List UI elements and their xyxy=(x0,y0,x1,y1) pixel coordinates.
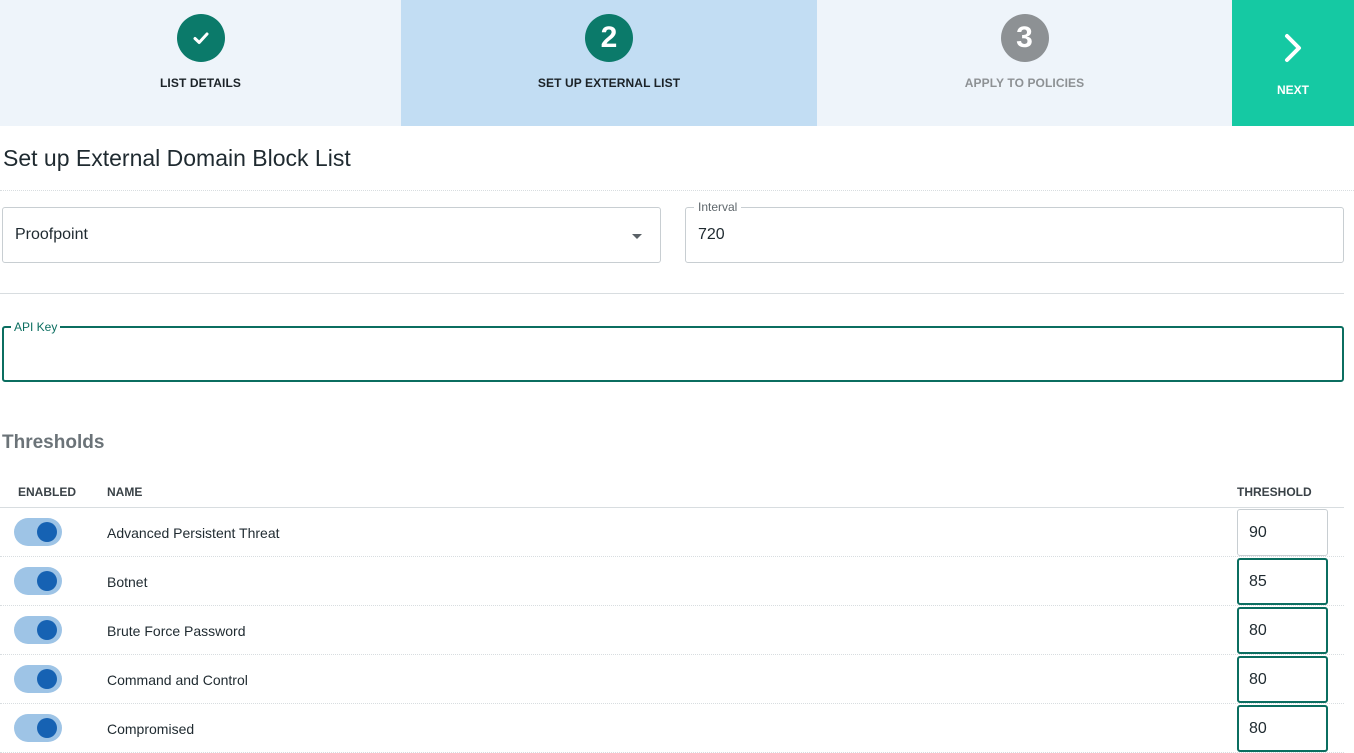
interval-field[interactable]: Interval 720 xyxy=(685,200,1344,263)
provider-select[interactable]: Proofpoint xyxy=(2,207,661,263)
thresholds-table: ENABLED NAME THRESHOLD Advanced Persiste… xyxy=(0,476,1344,753)
threshold-input[interactable]: 80 xyxy=(1237,656,1328,703)
divider xyxy=(0,293,1344,294)
divider xyxy=(0,190,1354,191)
enabled-toggle[interactable] xyxy=(14,665,62,693)
step-1-check-icon xyxy=(176,14,225,62)
api-key-input[interactable] xyxy=(14,342,1314,368)
enabled-toggle[interactable] xyxy=(14,567,62,595)
thresholds-title: Thresholds xyxy=(2,432,105,453)
step-2-label: SET UP EXTERNAL LIST xyxy=(537,76,681,90)
threat-name: Advanced Persistent Threat xyxy=(107,525,280,541)
interval-value: 720 xyxy=(698,226,725,243)
next-button[interactable]: NEXT xyxy=(1232,0,1354,126)
toggle-knob xyxy=(37,571,57,591)
provider-select-value: Proofpoint xyxy=(15,226,88,243)
table-row: Compromised 80 xyxy=(0,704,1344,753)
wizard-stepper: LIST DETAILS 2 SET UP EXTERNAL LIST 3 AP… xyxy=(0,0,1354,126)
step-3-number: 3 xyxy=(1000,14,1049,62)
toggle-knob xyxy=(37,718,57,738)
threat-name: Brute Force Password xyxy=(107,623,246,639)
interval-label: Interval xyxy=(694,200,742,214)
threat-name: Compromised xyxy=(107,721,195,737)
column-header-enabled: ENABLED xyxy=(18,485,77,499)
threat-name: Command and Control xyxy=(107,672,248,688)
table-row: Command and Control 80 xyxy=(0,655,1344,704)
enabled-toggle[interactable] xyxy=(14,518,62,546)
next-button-label: NEXT xyxy=(1276,83,1309,97)
toggle-knob xyxy=(37,669,57,689)
step-1-label: LIST DETAILS xyxy=(160,76,241,90)
enabled-toggle[interactable] xyxy=(14,616,62,644)
step-3-label: APPLY TO POLICIES xyxy=(964,76,1085,90)
threshold-input[interactable]: 80 xyxy=(1237,607,1328,654)
table-header: ENABLED NAME THRESHOLD xyxy=(0,476,1344,508)
step-2-number: 2 xyxy=(585,14,633,62)
column-header-name: NAME xyxy=(107,485,143,499)
toggle-knob xyxy=(37,620,57,640)
api-key-label: API Key xyxy=(11,320,61,334)
threshold-input[interactable]: 85 xyxy=(1237,558,1328,605)
toggle-knob xyxy=(37,522,57,542)
table-row: Advanced Persistent Threat 90 xyxy=(0,508,1344,557)
table-row: Brute Force Password 80 xyxy=(0,606,1344,655)
step-apply-to-policies[interactable]: 3 APPLY TO POLICIES xyxy=(817,0,1232,126)
enabled-toggle[interactable] xyxy=(14,714,62,742)
step-set-up-external-list[interactable]: 2 SET UP EXTERNAL LIST xyxy=(401,0,817,126)
api-key-field[interactable]: API Key xyxy=(2,320,1344,382)
threat-name: Botnet xyxy=(107,574,148,590)
threshold-input[interactable]: 80 xyxy=(1237,705,1328,752)
threshold-input[interactable]: 90 xyxy=(1237,509,1328,556)
step-list-details[interactable]: LIST DETAILS xyxy=(0,0,401,126)
table-row: Botnet 85 xyxy=(0,557,1344,606)
caret-down-icon xyxy=(632,234,642,239)
chevron-right-icon xyxy=(1285,34,1301,62)
column-header-threshold: THRESHOLD xyxy=(1237,485,1312,499)
page-title: Set up External Domain Block List xyxy=(3,145,351,171)
